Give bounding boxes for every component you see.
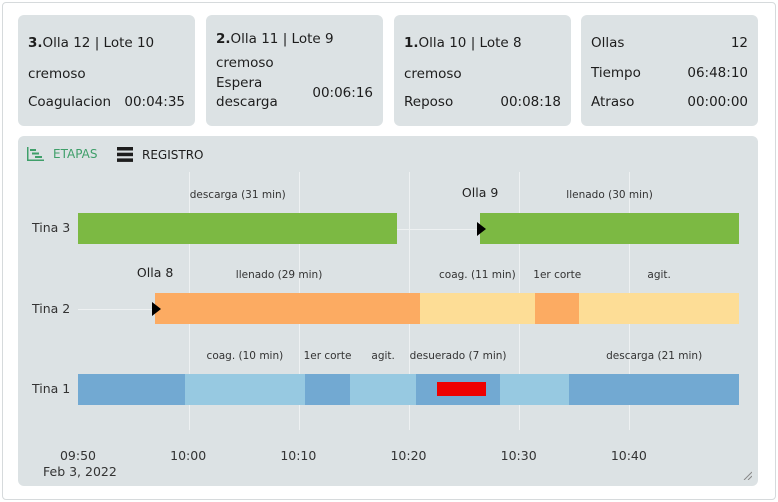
olla-card-1[interactable]: 1. Olla 10 | Lote 8 cremoso Reposo 00:08:… bbox=[394, 15, 571, 126]
olla-marker-label: Olla 9 bbox=[461, 185, 499, 200]
olla-card-type-row: cremoso bbox=[28, 66, 185, 82]
olla-start-marker-icon bbox=[152, 301, 162, 316]
olla-card-stage: Espera descarga bbox=[216, 74, 278, 112]
gantt-bar[interactable] bbox=[304, 374, 351, 405]
olla-card-type: cremoso bbox=[28, 66, 86, 82]
tab-etapas-label: ETAPAS bbox=[53, 147, 98, 161]
gantt-bar[interactable] bbox=[480, 213, 739, 244]
gantt-chart-panel: ETAPAS REGISTRO descarga (31 min) llenado… bbox=[18, 136, 758, 486]
olla-start-marker-icon bbox=[477, 221, 487, 236]
tab-registro[interactable]: REGISTRO bbox=[117, 147, 204, 162]
gantt-plot-area: descarga (31 min) llenado (30 min) Olla 9 l… bbox=[78, 172, 739, 430]
summary-card: Ollas 12 Tiempo 06:48:10 Atraso 00:00:00 bbox=[581, 15, 758, 126]
tab-registro-label: REGISTRO bbox=[142, 147, 204, 162]
x-axis-tick-label: 09:50 bbox=[59, 448, 97, 463]
list-icon bbox=[117, 147, 133, 162]
bar-label: agit. bbox=[647, 269, 671, 281]
gantt-bar[interactable] bbox=[78, 374, 150, 405]
row-label-tina-3: Tina 3 bbox=[32, 220, 71, 235]
resize-handle-icon[interactable] bbox=[742, 470, 752, 480]
olla-card-stage: Reposo bbox=[404, 94, 454, 110]
olla-card-stage-row: Coagulacion 00:04:35 bbox=[28, 94, 185, 110]
gantt-icon bbox=[27, 147, 44, 161]
bar-label: descarga (21 min) bbox=[606, 350, 703, 362]
olla-card-stage-row: Espera descarga 00:06:16 bbox=[216, 74, 373, 112]
x-axis-tick-label: 10:10 bbox=[280, 448, 317, 463]
gantt-bar[interactable] bbox=[149, 374, 185, 405]
row-label-tina-2: Tina 2 bbox=[32, 301, 71, 316]
gantt-bar[interactable] bbox=[402, 293, 420, 324]
olla-card-3[interactable]: 3. Olla 12 | Lote 10 cremoso Coagulacion … bbox=[18, 15, 195, 126]
gantt-bar[interactable] bbox=[184, 374, 305, 405]
summary-ollas-value: 12 bbox=[730, 35, 748, 51]
olla-card-2[interactable]: 2. Olla 11 | Lote 9 cremoso Espera descar… bbox=[206, 15, 383, 126]
tab-etapas[interactable]: ETAPAS bbox=[27, 147, 97, 161]
olla-card-number: 3. bbox=[28, 35, 43, 51]
summary-atraso-value: 00:00:00 bbox=[687, 94, 748, 110]
olla-card-title-text: Olla 11 | Lote 9 bbox=[230, 31, 334, 47]
summary-tiempo-row: Tiempo 06:48:10 bbox=[591, 65, 748, 81]
olla-card-type-row: cremoso bbox=[216, 55, 373, 71]
x-axis-tick-label: 10:20 bbox=[390, 448, 427, 463]
olla-card-stage-line2: descarga bbox=[216, 94, 278, 110]
olla-card-title-text: Olla 12 | Lote 10 bbox=[42, 35, 155, 51]
row-label-tina-1: Tina 1 bbox=[32, 381, 71, 396]
bar-label: desuerado (7 min) bbox=[409, 350, 507, 362]
olla-card-stage-line1: Espera bbox=[216, 75, 263, 91]
olla-card-time: 00:08:18 bbox=[500, 94, 561, 110]
olla-card-time: 00:06:16 bbox=[312, 84, 373, 101]
olla-card-stage-row: Reposo 00:08:18 bbox=[404, 94, 561, 110]
olla-card-title: 3. Olla 12 | Lote 10 bbox=[28, 35, 185, 51]
bar-label: 1er corte bbox=[533, 269, 582, 281]
olla-marker-label: Olla 8 bbox=[136, 265, 174, 280]
olla-card-stage: Coagulacion bbox=[28, 94, 112, 110]
olla-card-type: cremoso bbox=[404, 66, 462, 82]
summary-atraso-label: Atraso bbox=[591, 94, 635, 110]
olla-card-time: 00:04:35 bbox=[124, 94, 185, 110]
bar-label: coag. (11 min) bbox=[439, 269, 516, 281]
gantt-bar[interactable] bbox=[419, 293, 536, 324]
gantt-bar[interactable] bbox=[535, 293, 580, 324]
olla-card-number: 2. bbox=[216, 31, 231, 47]
gantt-bar[interactable] bbox=[155, 293, 403, 324]
olla-card-title: 2. Olla 11 | Lote 9 bbox=[216, 31, 373, 47]
summary-tiempo-value: 06:48:10 bbox=[687, 65, 748, 81]
bar-label: coag. (10 min) bbox=[206, 350, 284, 362]
bar-label: llenado (29 min) bbox=[235, 269, 323, 281]
olla-card-title-text: Olla 10 | Lote 8 bbox=[418, 35, 522, 51]
gantt-bar[interactable] bbox=[499, 374, 570, 405]
bar-label: descarga (31 min) bbox=[189, 189, 286, 201]
current-progress-indicator bbox=[437, 382, 487, 396]
x-axis-date-label: Feb 3, 2022 bbox=[43, 464, 117, 479]
summary-ollas-row: Ollas 12 bbox=[591, 35, 748, 51]
gantt-bar[interactable] bbox=[579, 293, 739, 324]
olla-card-number: 1. bbox=[404, 35, 419, 51]
summary-tiempo-label: Tiempo bbox=[591, 65, 641, 81]
olla-card-type-row: cremoso bbox=[404, 66, 561, 82]
bar-label: agit. bbox=[371, 350, 395, 362]
gantt-bar[interactable] bbox=[569, 374, 739, 405]
bar-label: 1er corte bbox=[303, 350, 352, 362]
gantt-bar[interactable] bbox=[78, 213, 398, 244]
bar-label: llenado (30 min) bbox=[566, 189, 653, 201]
gantt-bar[interactable] bbox=[350, 374, 417, 405]
olla-card-title: 1. Olla 10 | Lote 8 bbox=[404, 35, 561, 51]
summary-atraso-row: Atraso 00:00:00 bbox=[591, 94, 748, 110]
olla-card-type: cremoso bbox=[216, 55, 274, 71]
x-axis-tick-label: 10:00 bbox=[170, 448, 207, 463]
x-axis-tick-label: 10:40 bbox=[610, 448, 647, 463]
x-axis-tick-label: 10:30 bbox=[500, 448, 537, 463]
summary-ollas-label: Ollas bbox=[591, 35, 625, 51]
